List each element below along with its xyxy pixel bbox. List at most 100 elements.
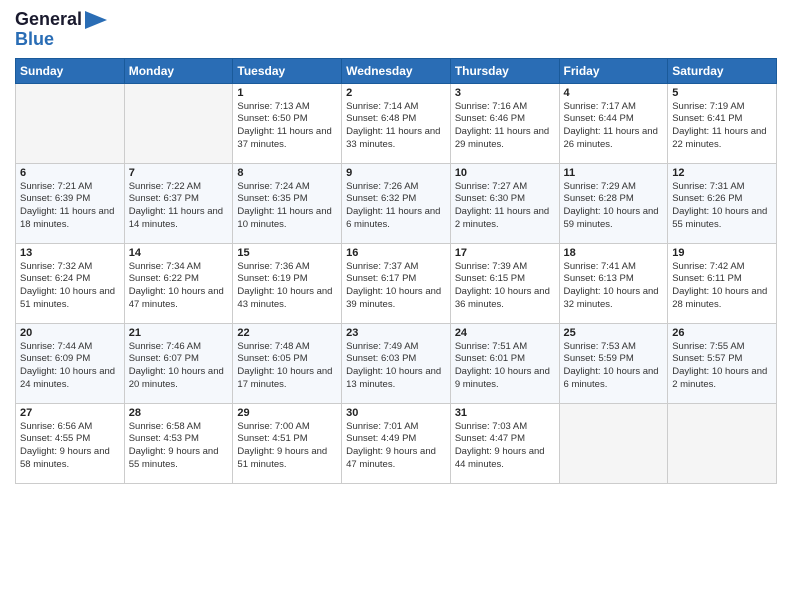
day-number: 5: [672, 87, 772, 99]
day-detail: Sunrise: 7:27 AMSunset: 6:30 PMDaylight:…: [455, 181, 555, 232]
day-detail: Sunrise: 7:03 AMSunset: 4:47 PMDaylight:…: [455, 421, 555, 472]
col-header-tuesday: Tuesday: [233, 58, 342, 83]
day-detail: Sunrise: 7:36 AMSunset: 6:19 PMDaylight:…: [237, 261, 337, 312]
day-detail: Sunrise: 7:29 AMSunset: 6:28 PMDaylight:…: [564, 181, 664, 232]
day-detail: Sunrise: 7:37 AMSunset: 6:17 PMDaylight:…: [346, 261, 446, 312]
calendar-cell: 4 Sunrise: 7:17 AMSunset: 6:44 PMDaylight…: [559, 83, 668, 163]
day-detail: Sunrise: 7:17 AMSunset: 6:44 PMDaylight:…: [564, 101, 664, 152]
day-number: 28: [129, 407, 229, 419]
day-detail: Sunrise: 6:58 AMSunset: 4:53 PMDaylight:…: [129, 421, 229, 472]
calendar-cell: 17Sunrise: 7:39 AMSunset: 6:15 PMDayligh…: [450, 243, 559, 323]
day-detail: Sunrise: 7:22 AMSunset: 6:37 PMDaylight:…: [129, 181, 229, 232]
calendar-cell: 18 Sunrise: 7:41 AMSunset: 6:13 PMDayligh…: [559, 243, 668, 323]
calendar-cell: 13Sunrise: 7:32 AMSunset: 6:24 PMDayligh…: [16, 243, 125, 323]
col-header-thursday: Thursday: [450, 58, 559, 83]
day-number: 18: [564, 247, 664, 259]
day-detail: Sunrise: 7:51 AMSunset: 6:01 PMDaylight:…: [455, 341, 555, 392]
calendar-cell: 29 Sunrise: 7:00 AMSunset: 4:51 PMDayligh…: [233, 403, 342, 483]
day-number: 22: [237, 327, 337, 339]
day-detail: Sunrise: 7:53 AMSunset: 5:59 PMDaylight:…: [564, 341, 664, 392]
calendar-cell: 31 Sunrise: 7:03 AMSunset: 4:47 PMDayligh…: [450, 403, 559, 483]
calendar-cell: 12 Sunrise: 7:31 AMSunset: 6:26 PMDayligh…: [668, 163, 777, 243]
calendar-cell: 16 Sunrise: 7:37 AMSunset: 6:17 PMDayligh…: [342, 243, 451, 323]
calendar-cell: 7 Sunrise: 7:22 AMSunset: 6:37 PMDaylight…: [124, 163, 233, 243]
day-detail: Sunrise: 7:46 AMSunset: 6:07 PMDaylight:…: [129, 341, 229, 392]
calendar-cell: 24 Sunrise: 7:51 AMSunset: 6:01 PMDayligh…: [450, 323, 559, 403]
day-detail: Sunrise: 7:00 AMSunset: 4:51 PMDaylight:…: [237, 421, 337, 472]
calendar-cell: 14Sunrise: 7:34 AMSunset: 6:22 PMDayligh…: [124, 243, 233, 323]
day-detail: Sunrise: 7:01 AMSunset: 4:49 PMDaylight:…: [346, 421, 446, 472]
day-number: 7: [129, 167, 229, 179]
day-number: 13: [20, 247, 120, 259]
calendar-cell: 19 Sunrise: 7:42 AMSunset: 6:11 PMDayligh…: [668, 243, 777, 323]
header: General Blue: [15, 10, 777, 50]
day-detail: Sunrise: 7:44 AMSunset: 6:09 PMDaylight:…: [20, 341, 120, 392]
calendar-cell: 30 Sunrise: 7:01 AMSunset: 4:49 PMDayligh…: [342, 403, 451, 483]
day-number: 1: [237, 87, 337, 99]
day-number: 29: [237, 407, 337, 419]
day-number: 30: [346, 407, 446, 419]
col-header-monday: Monday: [124, 58, 233, 83]
calendar-cell: 28 Sunrise: 6:58 AMSunset: 4:53 PMDayligh…: [124, 403, 233, 483]
calendar-cell: 8Sunrise: 7:24 AMSunset: 6:35 PMDaylight…: [233, 163, 342, 243]
day-number: 27: [20, 407, 120, 419]
calendar-week-row: 1Sunrise: 7:13 AMSunset: 6:50 PMDaylight…: [16, 83, 777, 163]
calendar-cell: [668, 403, 777, 483]
calendar-cell: 26Sunrise: 7:55 AMSunset: 5:57 PMDayligh…: [668, 323, 777, 403]
logo-text-general: General: [15, 10, 82, 30]
day-number: 4: [564, 87, 664, 99]
day-number: 8: [237, 167, 337, 179]
calendar-cell: 10Sunrise: 7:27 AMSunset: 6:30 PMDayligh…: [450, 163, 559, 243]
calendar-cell: 11Sunrise: 7:29 AMSunset: 6:28 PMDayligh…: [559, 163, 668, 243]
calendar-cell: [16, 83, 125, 163]
day-detail: Sunrise: 7:41 AMSunset: 6:13 PMDaylight:…: [564, 261, 664, 312]
calendar-week-row: 20Sunrise: 7:44 AMSunset: 6:09 PMDayligh…: [16, 323, 777, 403]
day-detail: Sunrise: 7:55 AMSunset: 5:57 PMDaylight:…: [672, 341, 772, 392]
day-detail: Sunrise: 7:14 AMSunset: 6:48 PMDaylight:…: [346, 101, 446, 152]
day-detail: Sunrise: 7:16 AMSunset: 6:46 PMDaylight:…: [455, 101, 555, 152]
day-number: 31: [455, 407, 555, 419]
day-number: 2: [346, 87, 446, 99]
day-detail: Sunrise: 7:39 AMSunset: 6:15 PMDaylight:…: [455, 261, 555, 312]
day-detail: Sunrise: 7:42 AMSunset: 6:11 PMDaylight:…: [672, 261, 772, 312]
day-detail: Sunrise: 7:48 AMSunset: 6:05 PMDaylight:…: [237, 341, 337, 392]
calendar-cell: 5 Sunrise: 7:19 AMSunset: 6:41 PMDaylight…: [668, 83, 777, 163]
calendar-header-row: SundayMondayTuesdayWednesdayThursdayFrid…: [16, 58, 777, 83]
page: General Blue SundayMondayTuesdayWednesda…: [0, 0, 792, 612]
calendar-cell: 3 Sunrise: 7:16 AMSunset: 6:46 PMDaylight…: [450, 83, 559, 163]
day-detail: Sunrise: 6:56 AMSunset: 4:55 PMDaylight:…: [20, 421, 120, 472]
calendar-cell: [559, 403, 668, 483]
col-header-sunday: Sunday: [16, 58, 125, 83]
calendar-cell: 1Sunrise: 7:13 AMSunset: 6:50 PMDaylight…: [233, 83, 342, 163]
day-detail: Sunrise: 7:31 AMSunset: 6:26 PMDaylight:…: [672, 181, 772, 232]
calendar-cell: 21 Sunrise: 7:46 AMSunset: 6:07 PMDayligh…: [124, 323, 233, 403]
day-detail: Sunrise: 7:19 AMSunset: 6:41 PMDaylight:…: [672, 101, 772, 152]
day-number: 23: [346, 327, 446, 339]
logo-text-blue: Blue: [15, 30, 54, 50]
calendar-cell: 6Sunrise: 7:21 AMSunset: 6:39 PMDaylight…: [16, 163, 125, 243]
day-number: 15: [237, 247, 337, 259]
day-number: 21: [129, 327, 229, 339]
logo-arrow-icon: [85, 11, 107, 29]
day-number: 12: [672, 167, 772, 179]
day-detail: Sunrise: 7:34 AMSunset: 6:22 PMDaylight:…: [129, 261, 229, 312]
day-number: 19: [672, 247, 772, 259]
day-number: 24: [455, 327, 555, 339]
calendar-cell: 9Sunrise: 7:26 AMSunset: 6:32 PMDaylight…: [342, 163, 451, 243]
day-detail: Sunrise: 7:21 AMSunset: 6:39 PMDaylight:…: [20, 181, 120, 232]
col-header-wednesday: Wednesday: [342, 58, 451, 83]
day-detail: Sunrise: 7:49 AMSunset: 6:03 PMDaylight:…: [346, 341, 446, 392]
day-detail: Sunrise: 7:26 AMSunset: 6:32 PMDaylight:…: [346, 181, 446, 232]
calendar-week-row: 6Sunrise: 7:21 AMSunset: 6:39 PMDaylight…: [16, 163, 777, 243]
calendar-cell: 27 Sunrise: 6:56 AMSunset: 4:55 PMDayligh…: [16, 403, 125, 483]
col-header-saturday: Saturday: [668, 58, 777, 83]
calendar-week-row: 13Sunrise: 7:32 AMSunset: 6:24 PMDayligh…: [16, 243, 777, 323]
calendar-cell: 2 Sunrise: 7:14 AMSunset: 6:48 PMDaylight…: [342, 83, 451, 163]
logo: General Blue: [15, 10, 107, 50]
col-header-friday: Friday: [559, 58, 668, 83]
calendar-cell: [124, 83, 233, 163]
day-number: 16: [346, 247, 446, 259]
day-number: 3: [455, 87, 555, 99]
calendar-cell: 20Sunrise: 7:44 AMSunset: 6:09 PMDayligh…: [16, 323, 125, 403]
calendar-cell: 25Sunrise: 7:53 AMSunset: 5:59 PMDayligh…: [559, 323, 668, 403]
